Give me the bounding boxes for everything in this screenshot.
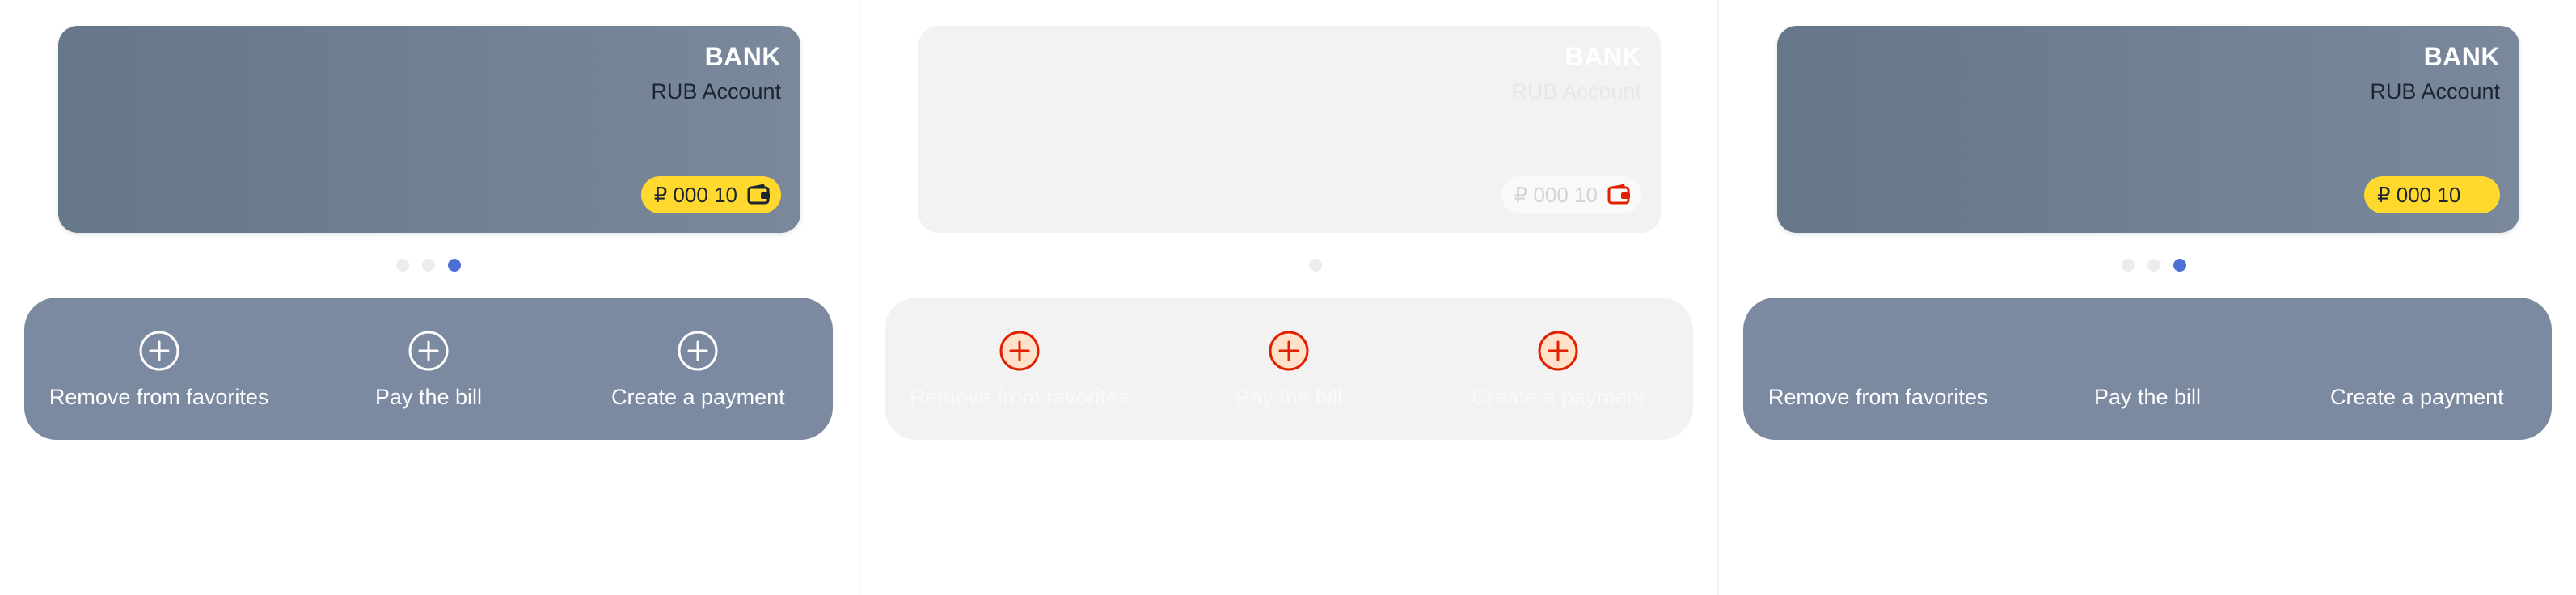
balance-amount: ₽ 000 10 — [2377, 182, 2461, 207]
create-a-payment-button[interactable]: Create a payment — [2283, 298, 2552, 440]
pagination-dot[interactable] — [422, 259, 435, 272]
account-type: RUB Account — [1511, 79, 1641, 103]
pagination-dot[interactable] — [1309, 259, 1322, 272]
pagination-dot-active[interactable] — [2173, 259, 2186, 272]
quick-actions-bar: Remove from favorites Pay the bill Creat… — [24, 298, 833, 440]
remove-from-favorites-button[interactable]: Remove from favorites — [885, 298, 1154, 440]
balance-badge: ₽ 000 10 — [2364, 176, 2500, 213]
pagination-dots — [860, 259, 1717, 272]
plus-circle-icon — [677, 330, 719, 372]
bank-name: BANK — [1565, 42, 1641, 71]
pay-the-bill-button[interactable]: Pay the bill — [1154, 298, 1423, 440]
action-label: Create a payment — [611, 385, 785, 409]
pagination-dots — [1719, 259, 2576, 272]
balance-badge: ₽ 000 10 — [640, 176, 781, 213]
plus-circle-icon — [1537, 330, 1579, 372]
account-card[interactable]: BANK RUB Account ₽ 000 10 — [1777, 26, 2519, 233]
wallet-icon — [1607, 184, 1632, 205]
action-label: Create a payment — [1472, 385, 1645, 409]
account-type: RUB Account — [2370, 79, 2500, 103]
account-card[interactable]: BANK RUB Account ₽ 000 10 — [58, 26, 800, 233]
action-label: Pay the bill — [374, 385, 483, 409]
pay-the-bill-button[interactable]: Pay the bill — [2012, 298, 2282, 440]
create-a-payment-button[interactable]: Create a payment — [564, 298, 833, 440]
balance-amount: ₽ 000 10 — [653, 182, 737, 207]
pay-the-bill-button[interactable]: Pay the bill — [293, 298, 563, 440]
pagination-dot[interactable] — [396, 259, 409, 272]
action-label: Remove from favorites — [1767, 385, 1988, 409]
balance-amount: ₽ 000 10 — [1514, 182, 1598, 207]
account-type: RUB Account — [651, 79, 781, 103]
pagination-dot[interactable] — [2147, 259, 2160, 272]
pagination-dots — [0, 259, 857, 272]
pagination-dot-active[interactable] — [448, 259, 461, 272]
action-label: Remove from favorites — [909, 385, 1130, 409]
wallet-icon — [747, 184, 771, 205]
plus-circle-icon — [1268, 330, 1310, 372]
bank-name: BANK — [2423, 42, 2500, 71]
action-label: Pay the bill — [1235, 385, 1343, 409]
plus-circle-icon — [999, 330, 1041, 372]
component-showcase: BANK RUB Account ₽ 000 10 Remove from fa… — [0, 0, 2576, 595]
create-a-payment-button[interactable]: Create a payment — [1424, 298, 1693, 440]
bank-name: BANK — [704, 42, 781, 71]
account-widget-variant-2: BANK RUB Account ₽ 000 10 Remove from fa… — [859, 0, 1717, 595]
remove-from-favorites-button[interactable]: Remove from favorites — [24, 298, 293, 440]
quick-actions-bar: Remove from favorites Pay the bill Creat… — [1743, 298, 2552, 440]
balance-badge: ₽ 000 10 — [1501, 176, 1641, 213]
plus-circle-icon — [408, 330, 450, 372]
pagination-dot[interactable] — [2122, 259, 2135, 272]
quick-actions-bar: Remove from favorites Pay the bill Creat… — [885, 298, 1693, 440]
action-label: Pay the bill — [2093, 385, 2202, 409]
account-card[interactable]: BANK RUB Account ₽ 000 10 — [918, 26, 1661, 233]
action-label: Create a payment — [2330, 385, 2504, 409]
plus-circle-icon — [138, 330, 180, 372]
account-widget-variant-1: BANK RUB Account ₽ 000 10 Remove from fa… — [0, 0, 857, 595]
account-widget-variant-3: BANK RUB Account ₽ 000 10 Remove from fa… — [1717, 0, 2576, 595]
action-label: Remove from favorites — [49, 385, 269, 409]
remove-from-favorites-button[interactable]: Remove from favorites — [1743, 298, 2012, 440]
